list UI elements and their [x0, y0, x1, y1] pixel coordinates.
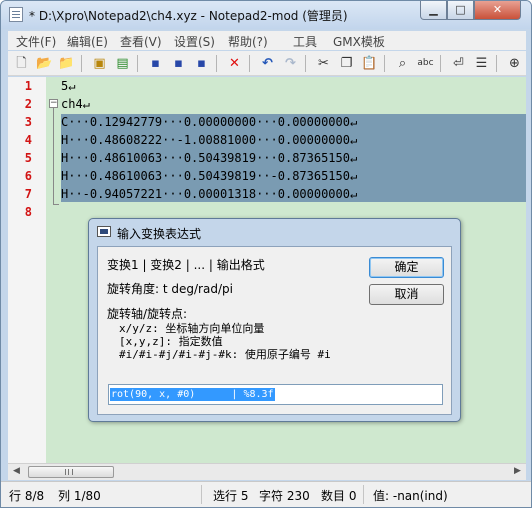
line-number: 4	[24, 133, 32, 147]
dialog-axis-option: #i/#i-#j/#i-#j-#k: 使用原子编号 #i	[119, 348, 331, 361]
window-title: * D:\Xpro\Notepad2\ch4.xyz - Notepad2-mo…	[29, 9, 348, 23]
print-icon[interactable]: ▪	[193, 55, 210, 72]
toolbar-separator	[81, 55, 82, 72]
code-line: H···0.48610063···0.50439819··-0.87365150…	[61, 169, 358, 183]
outline-icon[interactable]: ☰	[473, 55, 490, 72]
status-chars: 字符 230	[259, 489, 310, 503]
dialog-title: 输入变换表达式	[117, 227, 202, 241]
word-wrap-icon[interactable]: ⏎	[450, 55, 467, 72]
status-column: 列 1/80	[58, 489, 101, 503]
dialog-icon	[97, 226, 111, 237]
grip-icon	[65, 469, 73, 475]
status-count: 数目 0	[321, 489, 357, 503]
line-number: 6	[24, 169, 32, 183]
zoom-icon[interactable]: ⊕	[506, 55, 523, 72]
scroll-right-icon[interactable]: ▶	[514, 466, 521, 476]
line-number-gutter: 1 2 3 4 5 6 7 8	[8, 77, 46, 463]
open-icon[interactable]: 📂	[36, 55, 53, 72]
transform-dialog: 输入变换表达式 变换1 | 变换2 | ... | 输出格式 旋转角度: t d…	[88, 218, 461, 422]
toolbar-separator	[137, 55, 138, 72]
toolbar-separator	[305, 55, 306, 72]
expression-value: rot(90, x, #0) | %8.3f	[110, 388, 275, 401]
menu-settings[interactable]: 设置(S)	[174, 33, 215, 50]
horizontal-scrollbar[interactable]: ◀ ▶	[8, 463, 526, 480]
scroll-left-icon[interactable]: ◀	[13, 466, 20, 476]
menu-tools[interactable]: 工具	[293, 33, 317, 50]
save-icon[interactable]: ▣	[91, 55, 108, 72]
save-all-icon[interactable]: ▪	[170, 55, 187, 72]
line-number: 3	[24, 115, 32, 129]
save-copy-icon[interactable]: ▪	[147, 55, 164, 72]
ok-button[interactable]: 确定	[369, 257, 444, 278]
fold-toggle-icon[interactable]: −	[49, 99, 58, 108]
paste-icon[interactable]: 📋	[361, 55, 378, 72]
menu-edit[interactable]: 编辑(E)	[67, 33, 108, 50]
menu-view[interactable]: 查看(V)	[120, 33, 162, 50]
dialog-tabs-line: 变换1 | 变换2 | ... | 输出格式	[107, 258, 265, 272]
save-as-icon[interactable]: ▤	[114, 55, 131, 72]
browse-icon[interactable]: 📁	[58, 55, 75, 72]
new-icon[interactable]: 🗋	[13, 55, 30, 72]
maximize-button[interactable]: □	[447, 1, 474, 20]
code-line: H···0.48608222··-1.00881000···0.00000000…	[61, 133, 358, 147]
fold-line	[53, 108, 54, 204]
line-number: 8	[24, 205, 32, 219]
cut-icon[interactable]: ✂	[315, 55, 332, 72]
code-line: H··-0.94057221···0.00001318···0.00000000…	[61, 187, 358, 201]
menu-bar: 文件(F) 编辑(E) 查看(V) 设置(S) 帮助(?) 工具 GMX模板	[8, 31, 526, 50]
replace-icon[interactable]: abc	[417, 55, 434, 72]
toolbar: 🗋 📂 📁 ▣ ▤ ▪ ▪ ▪ ✕ ↶ ↷ ✂ ❐ 📋 ⌕ abc ⏎ ☰ ⊕	[8, 51, 526, 76]
app-icon	[9, 7, 23, 22]
toolbar-separator	[216, 55, 217, 72]
toolbar-separator	[384, 55, 385, 72]
status-value: 值: -nan(ind)	[373, 489, 448, 503]
toolbar-separator	[440, 55, 441, 72]
code-line: ch4↵	[61, 97, 90, 111]
redo-icon[interactable]: ↷	[282, 55, 299, 72]
title-bar: * D:\Xpro\Notepad2\ch4.xyz - Notepad2-mo…	[1, 1, 531, 29]
line-number: 7	[24, 187, 32, 201]
status-selection: 选行 5	[213, 489, 249, 503]
line-number: 5	[24, 151, 32, 165]
line-number: 1	[24, 79, 32, 93]
status-line: 行 8/8	[9, 489, 45, 503]
close-doc-icon[interactable]: ✕	[226, 55, 243, 72]
menu-gmx-template[interactable]: GMX模板	[333, 33, 385, 50]
toolbar-separator	[249, 55, 250, 72]
toolbar-separator	[496, 55, 497, 72]
code-line: C···0.12942779···0.00000000···0.00000000…	[61, 115, 358, 129]
line-number: 2	[24, 97, 32, 111]
fold-line-end	[53, 204, 59, 205]
menu-help[interactable]: 帮助(?)	[228, 33, 268, 50]
undo-icon[interactable]: ↶	[259, 55, 276, 72]
find-icon[interactable]: ⌕	[394, 55, 411, 72]
code-line: 5↵	[61, 79, 76, 93]
status-separator	[363, 485, 364, 504]
code-line: H···0.48610063···0.50439819···0.87365150…	[61, 151, 358, 165]
scroll-thumb[interactable]	[28, 466, 114, 478]
cancel-button[interactable]: 取消	[369, 284, 444, 305]
copy-icon[interactable]: ❐	[338, 55, 355, 72]
dialog-body: 变换1 | 变换2 | ... | 输出格式 旋转角度: t deg/rad/p…	[97, 246, 452, 415]
status-bar: 行 8/8 列 1/80 选行 5 字符 230 数目 0 值: -nan(in…	[1, 481, 531, 507]
dialog-angle-line: 旋转角度: t deg/rad/pi	[107, 282, 233, 296]
menu-file[interactable]: 文件(F)	[16, 33, 56, 50]
status-separator	[201, 485, 202, 504]
expression-input[interactable]: rot(90, x, #0) | %8.3f	[108, 384, 443, 405]
close-button[interactable]: ✕	[474, 1, 521, 20]
minimize-button[interactable]: ▁	[420, 1, 447, 20]
